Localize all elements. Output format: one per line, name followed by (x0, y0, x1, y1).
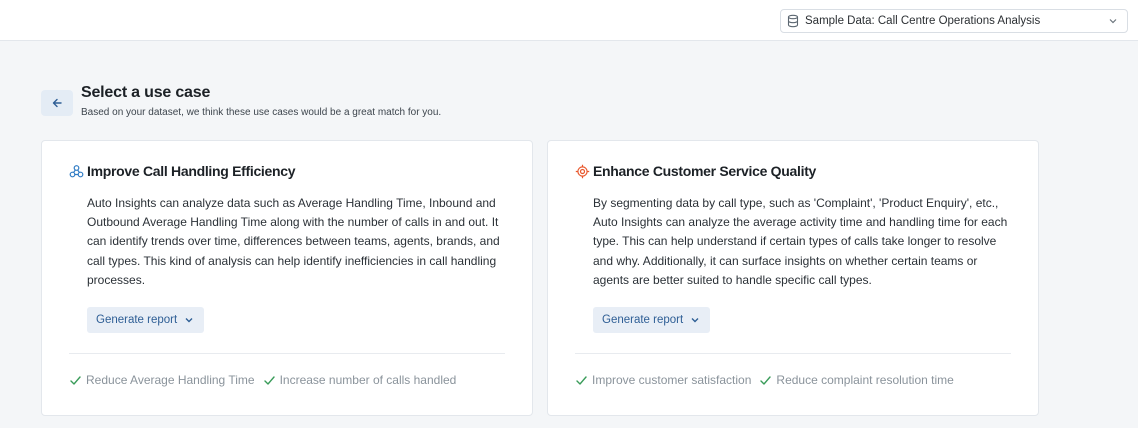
card-description: By segmenting data by call type, such as… (593, 196, 1008, 287)
generate-report-label: Generate report (602, 314, 684, 326)
use-case-card-call-handling: Improve Call Handling Efficiency Auto In… (41, 140, 533, 416)
arrow-left-icon (51, 97, 63, 109)
dataset-selector[interactable]: Sample Data: Call Centre Operations Anal… (780, 9, 1128, 33)
back-button[interactable] (41, 90, 73, 116)
top-bar: Sample Data: Call Centre Operations Anal… (0, 0, 1138, 41)
check-icon (69, 374, 82, 387)
generate-report-button[interactable]: Generate report (87, 307, 205, 333)
database-icon (786, 14, 800, 28)
goal-item: Reduce Average Handling Time (69, 373, 255, 387)
goal-item: Reduce complaint resolution time (759, 373, 954, 387)
divider (575, 353, 1011, 354)
chevron-down-icon (689, 314, 701, 326)
card-title: Enhance Customer Service Quality (593, 163, 817, 179)
generate-report-button[interactable]: Generate report (593, 307, 711, 333)
divider (69, 353, 505, 354)
dataset-selector-label: Sample Data: Call Centre Operations Anal… (805, 15, 1041, 27)
generate-report-label: Generate report (96, 314, 178, 326)
page-title: Select a use case (81, 84, 211, 101)
check-icon (759, 374, 772, 387)
network-nodes-icon (69, 164, 84, 179)
check-icon (575, 374, 588, 387)
goal-label: Increase number of calls handled (279, 373, 457, 387)
goal-item: Improve customer satisfaction (575, 373, 751, 387)
chevron-down-icon (183, 314, 195, 326)
card-title-row: Improve Call Handling Efficiency (69, 163, 296, 179)
goal-label: Reduce Average Handling Time (86, 373, 255, 387)
goals-list: Improve customer satisfaction Reduce com… (575, 373, 962, 387)
goal-label: Improve customer satisfaction (592, 373, 752, 387)
goal-label: Reduce complaint resolution time (776, 373, 954, 387)
goal-item: Increase number of calls handled (263, 373, 457, 387)
check-icon (263, 374, 276, 387)
chevron-down-icon (1107, 15, 1119, 27)
card-description: Auto Insights can analyze data such as A… (87, 196, 500, 287)
card-title: Improve Call Handling Efficiency (87, 163, 296, 179)
page-subtitle: Based on your dataset, we think these us… (81, 107, 442, 118)
use-case-card-service-quality: Enhance Customer Service Quality By segm… (547, 140, 1039, 416)
goals-list: Reduce Average Handling Time Increase nu… (69, 373, 464, 387)
card-title-row: Enhance Customer Service Quality (575, 163, 816, 179)
target-icon (575, 164, 590, 179)
